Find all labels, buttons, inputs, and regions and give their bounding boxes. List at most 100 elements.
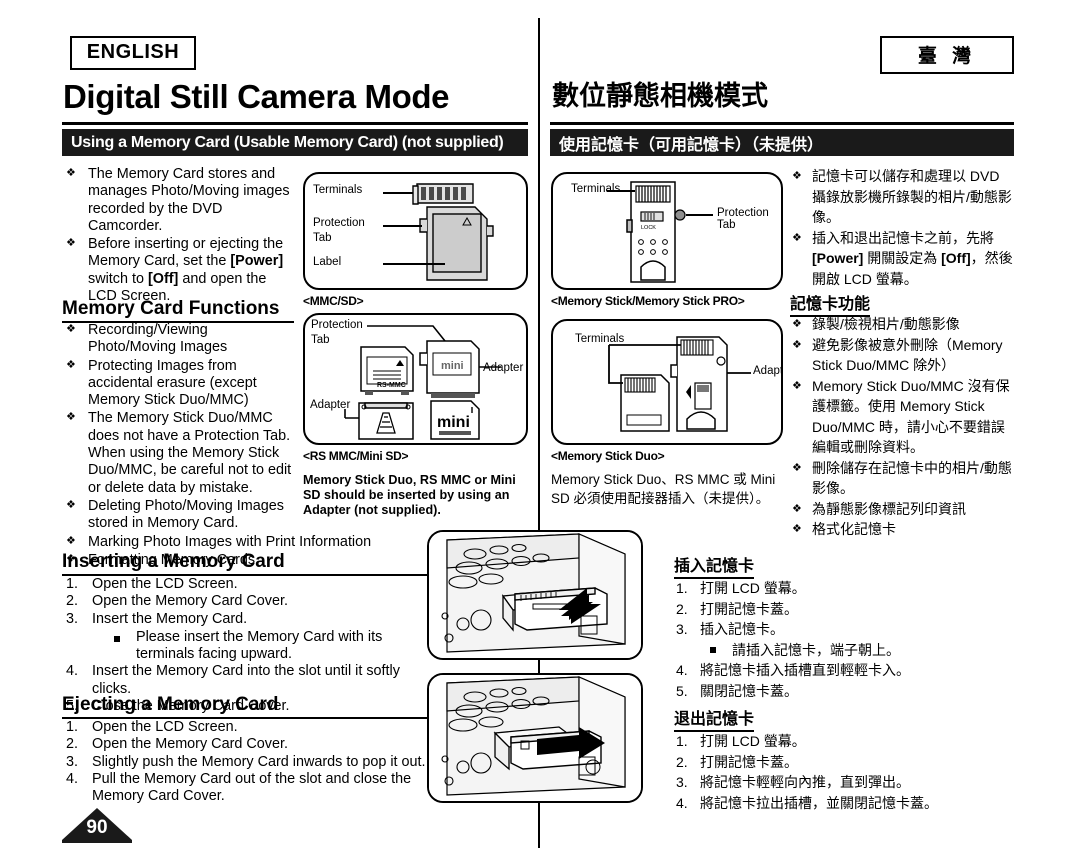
adapter-note-english: Memory Stick Duo, RS MMC or Mini SD shou… <box>303 473 516 517</box>
list-item: Open the LCD Screen. <box>62 719 434 737</box>
tw-insert-step-0: 打開 LCD 螢幕。 <box>700 580 806 596</box>
english-ejecting-steps: Open the LCD Screen. Open the Memory Car… <box>62 719 434 805</box>
tw-function-bullet-3: 刪除儲存在記憶卡中的相片/動態影像。 <box>812 459 1012 497</box>
label-protection-tab-line2: Tab <box>311 334 330 346</box>
function-bullet-4: Marking Photo Images with Print Informat… <box>88 533 372 550</box>
caption-memory-stick: <Memory Stick/Memory Stick PRO> <box>551 294 745 308</box>
tw-insert-substep-text: 請插入記憶卡，端子朝上。 <box>732 641 900 658</box>
label-protection-tab: Protection Tab <box>717 207 769 231</box>
camcorder-eject-illustration <box>429 675 641 801</box>
insert-step-3: Insert the Memory Card into the slot unt… <box>92 663 400 697</box>
tw-inserting-memory-card-heading: 插入記憶卡 <box>674 552 755 579</box>
list-item: The Memory Stick Duo/MMC does not have a… <box>62 409 294 496</box>
figure-mmc-sd: Terminals Protection Tab Label <box>303 172 528 290</box>
list-item: Slightly push the Memory Card inwards to… <box>62 753 434 772</box>
english-functions-heading-wrap: Memory Card Functions <box>62 298 294 323</box>
triangle-base <box>62 840 132 843</box>
page-number-label: 90 <box>86 817 108 838</box>
tw-function-bullet-2: Memory Stick Duo/MMC 沒有保護標籤。使用 Memory St… <box>812 377 1010 456</box>
list-item: Protecting Images from accidental erasur… <box>62 357 294 410</box>
language-badge-english: ENGLISH <box>70 36 196 70</box>
section-header-chinese-label: 使用記憶卡（可用記憶卡）（未提供） <box>559 136 824 154</box>
insert-substep-text: Please insert the Memory Card with its t… <box>136 628 383 663</box>
list-item: 避免影像被意外刪除（Memory Stick Duo/MMC 除外） <box>790 335 1014 376</box>
figure-memory-stick-duo: Terminals Adapter <box>551 319 783 445</box>
insert-substep: Please insert the Memory Card with its t… <box>110 629 434 664</box>
tw-function-bullet-1: 避免影像被意外刪除（Memory Stick Duo/MMC 除外） <box>812 336 1003 374</box>
section-header-english: Using a Memory Card (Usable Memory Card)… <box>62 129 528 156</box>
list-item: Memory Stick Duo/MMC 沒有保護標籤。使用 Memory St… <box>790 376 1014 458</box>
label-adapter: Adapter <box>753 365 783 377</box>
tw-ejecting-memory-card-heading: 退出記憶卡 <box>674 705 755 732</box>
list-item: 刪除儲存在記憶卡中的相片/動態影像。 <box>790 458 1014 499</box>
figure-insert-card-camcorder <box>427 530 643 660</box>
list-item: 將記憶卡拉出插槽，並關閉記憶卡蓋。 <box>674 793 1014 814</box>
eject-step-0: Open the LCD Screen. <box>92 719 238 735</box>
chinese-inserting-heading-wrap: 插入記憶卡 <box>674 552 755 579</box>
tw-insert-step-1: 打開記憶卡蓋。 <box>700 600 798 617</box>
tw-function-bullet-4: 為靜態影像標記列印資訊 <box>812 500 966 517</box>
list-item: 將記憶卡插入插槽直到輕輕卡入。 <box>674 660 1014 681</box>
function-bullet-2: The Memory Stick Duo/MMC does not have a… <box>88 410 292 496</box>
manual-page: ENGLISH 臺 灣 Digital Still Camera Mode 數位… <box>0 0 1080 866</box>
tw-insert-substep: 請插入記憶卡，端子朝上。 <box>706 640 1014 661</box>
label-adapter-right: Adapter <box>483 362 524 374</box>
eject-step-1: Open the Memory Card Cover. <box>92 736 288 753</box>
label-protection-tab-line2: Tab <box>313 232 332 244</box>
figure-memory-stick: LOCK Terminals Protection Tab <box>551 172 783 290</box>
list-item: Marking Photo Images with Print Informat… <box>62 533 430 551</box>
list-item: 插入記憶卡。 請插入記憶卡，端子朝上。 <box>674 619 1014 660</box>
adapter-note-chinese: Memory Stick Duo、RS MMC 或 Mini SD 必須使用配接… <box>551 472 776 506</box>
title-underline-english <box>62 122 528 125</box>
chinese-function-bullets: 錄製/檢視相片/動態影像 避免影像被意外刪除（Memory Stick Duo/… <box>790 314 1014 540</box>
list-item: Open the LCD Screen. <box>62 576 434 594</box>
ejecting-memory-card-heading: Ejecting a Memory Card <box>62 694 430 719</box>
label-label: Label <box>313 256 342 268</box>
list-item: Deleting Photo/Moving Images stored in M… <box>62 497 294 533</box>
label-terminals: Terminals <box>571 183 621 195</box>
chinese-inserting-steps: 打開 LCD 螢幕。 打開記憶卡蓋。 插入記憶卡。 請插入記憶卡，端子朝上。 將… <box>674 578 1014 701</box>
label-protection-tab-line1: Protection <box>313 217 365 229</box>
svg-text:mini: mini <box>437 414 470 431</box>
tw-function-bullet-0: 錄製/檢視相片/動態影像 <box>812 316 960 332</box>
insert-step-2: Insert the Memory Card. <box>92 610 248 627</box>
function-bullet-0: Recording/Viewing Photo/Moving Images <box>88 322 228 356</box>
list-item: 錄製/檢視相片/動態影像 <box>790 314 1014 335</box>
memory-card-functions-heading: Memory Card Functions <box>62 298 294 323</box>
function-bullet-1: Protecting Images from accidental erasur… <box>88 357 257 409</box>
list-item: Insert the Memory Card into the slot unt… <box>62 663 434 698</box>
camcorder-insert-illustration <box>429 532 641 658</box>
label-adapter-left: Adapter <box>310 399 351 411</box>
eject-step-3: Pull the Memory Card out of the slot and… <box>92 770 412 805</box>
list-item: 插入和退出記憶卡之前，先將 [Power] 開關設定為 [Off]，然後開啟 L… <box>790 228 1014 290</box>
list-item: 打開記憶卡蓋。 <box>674 599 1014 620</box>
tw-insert-step-2: 插入記憶卡。 <box>700 621 784 637</box>
eject-step-2: Slightly push the Memory Card inwards to… <box>92 753 426 770</box>
list-item: Recording/Viewing Photo/Moving Images <box>62 321 294 357</box>
svg-text:RS-MMC: RS-MMC <box>377 382 406 389</box>
language-badge-taiwan: 臺 灣 <box>880 36 1014 74</box>
section-header-english-label: Using a Memory Card (Usable Memory Card)… <box>71 133 504 151</box>
tw-insert-step-3: 將記憶卡插入插槽直到輕輕卡入。 <box>700 662 910 678</box>
insert-step-1: Open the Memory Card Cover. <box>92 593 288 610</box>
english-inserting-heading-wrap: Inserting a Memory Card <box>62 551 430 576</box>
tw-insert-step-4: 關閉記憶卡蓋。 <box>700 682 798 699</box>
english-intro-bullets: The Memory Card stores and manages Photo… <box>62 165 294 306</box>
caption-memory-stick-duo: <Memory Stick Duo> <box>551 449 665 463</box>
list-item: Insert the Memory Card. Please insert th… <box>62 611 434 664</box>
list-item: 打開 LCD 螢幕。 <box>674 578 1014 599</box>
tw-eject-step-2: 將記憶卡輕輕向內推，直到彈出。 <box>700 774 910 790</box>
tw-eject-step-0: 打開 LCD 螢幕。 <box>700 733 806 749</box>
list-item: 為靜態影像標記列印資訊 <box>790 499 1014 520</box>
caption-mmc-sd: <MMC/SD> <box>303 294 364 308</box>
figure-rs-mmc-mini-sd: RS-MMC mini mini Protection Tab Adapter … <box>303 313 528 445</box>
function-bullet-3: Deleting Photo/Moving Images stored in M… <box>88 497 284 532</box>
tw-intro-bullet-0: 記憶卡可以儲存和處理以 DVD 攝錄放影機所錄製的相片/動態影像。 <box>812 168 1012 225</box>
tw-eject-step-1: 打開記憶卡蓋。 <box>700 753 798 770</box>
list-item: 將記憶卡輕輕向內推，直到彈出。 <box>674 772 1014 793</box>
list-item: Open the Memory Card Cover. <box>62 593 434 611</box>
page-number-badge: 90 <box>62 808 132 843</box>
tw-function-bullet-5: 格式化記憶卡 <box>812 521 896 537</box>
chinese-ejecting-steps: 打開 LCD 螢幕。 打開記憶卡蓋。 將記憶卡輕輕向內推，直到彈出。 將記憶卡拉… <box>674 731 1014 813</box>
list-item: Open the Memory Card Cover. <box>62 736 434 754</box>
